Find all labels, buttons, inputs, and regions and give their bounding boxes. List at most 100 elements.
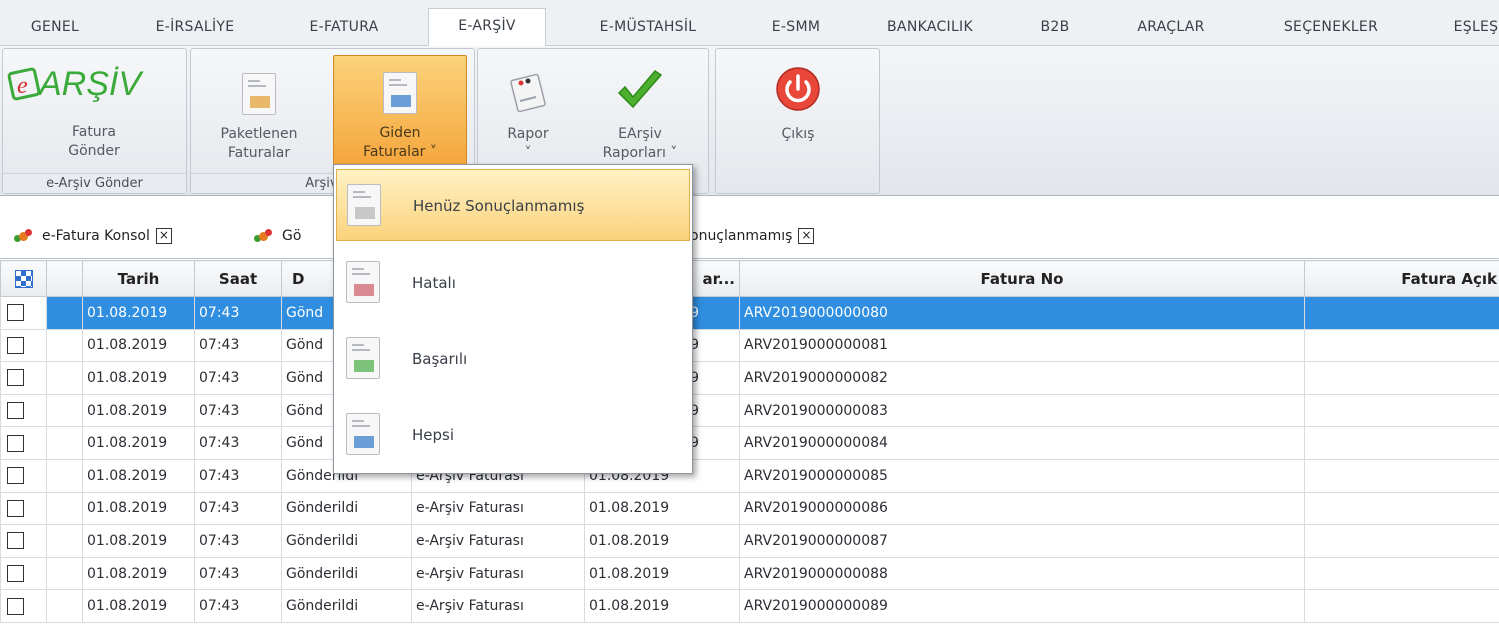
checkbox[interactable] [7,402,24,420]
paketlenen-label-1: Paketlenen [220,126,298,142]
table-row[interactable]: 01.08.2019 07:43 Gönderildi e-Arşiv Faturas… [0,458,1499,493]
checkbox[interactable] [7,434,24,452]
power-icon [774,65,822,119]
checkbox[interactable] [7,467,24,485]
close-tab-button[interactable]: × [798,228,815,244]
cell-saat: 07:43 [194,589,282,623]
table-row[interactable]: 01.08.2019 07:43 Gönderildi e-Arşiv Faturas… [0,556,1499,591]
checkerboard-icon [14,269,33,288]
row-blank [46,328,83,363]
close-tab-button[interactable]: × [155,228,172,244]
logo-text: ARŞİV [37,65,144,103]
document-icon [346,337,380,379]
document-icon [347,184,381,226]
table-row[interactable]: 01.08.2019 07:43 Gönderildi e-Arşiv Faturas… [0,524,1499,558]
column-header-blank [46,260,83,297]
cell-fatura-no: ARV2019000000089 [739,589,1305,623]
row-checkbox[interactable] [0,328,47,363]
table-row[interactable]: 01.08.2019 07:43 Gönd 9 ARV2019000000082 [0,361,1499,395]
cell-fatura-tarihi: 01.08.2019 [584,589,740,623]
invoice-grid: Tarih Saat D ar... Fatura No Fatura Açık… [0,260,1499,623]
row-checkbox[interactable] [0,589,47,623]
document-icon [346,413,380,455]
cell-fatura-no: ARV2019000000088 [739,556,1305,591]
tab-efatura-konsol[interactable]: e-Fatura Konsol × [14,221,172,251]
menu-tab-genel[interactable]: GENEL [20,10,90,46]
cell-fatura-no: ARV2019000000083 [739,393,1305,428]
menu-tab-e-irsaliye[interactable]: E-İRSALİYE [128,10,262,46]
fatura-gonder-label-1: Fatura [71,124,117,140]
table-row[interactable]: 01.08.2019 07:43 Gönd 9 ARV2019000000080 [0,296,1499,330]
menu-tab-e-mustahsil[interactable]: E-MÜSTAHSİL [568,10,728,46]
menu-tab-bankacilik[interactable]: BANKACILIK [860,10,1000,46]
row-checkbox[interactable] [0,556,47,591]
document-icon [383,72,417,114]
menu-tab-eslestir[interactable]: EŞLEŞ [1436,10,1499,46]
menu-tab-e-fatura[interactable]: E-FATURA [290,10,398,46]
earsiv-raporlari-button[interactable]: EArşiv Raporları ˅ [578,51,702,171]
table-row[interactable]: 01.08.2019 07:43 Gönd 9 ARV2019000000084 [0,426,1499,460]
column-header-saat[interactable]: Saat [194,260,282,297]
row-blank [46,524,83,558]
cell-fatura-aciklama [1304,491,1499,526]
row-blank [46,458,83,493]
cell-fatura-no: ARV2019000000086 [739,491,1305,526]
dropdown-item-hatali[interactable]: Hatalı [336,247,690,319]
column-header-fatura-no[interactable]: Fatura No [739,260,1305,297]
table-row[interactable]: 01.08.2019 07:43 Gönd 9 ARV2019000000081 [0,328,1499,363]
paketlenen-faturalar-button[interactable]: Paketlenen Faturalar [197,51,321,171]
status-dots-icon [14,229,34,243]
dropdown-item-label: Hatalı [412,274,456,292]
fatura-gonder-button[interactable]: e ARŞİV Fatura Gönder [3,51,185,171]
checkbox[interactable] [7,565,24,583]
cell-tarih: 01.08.2019 [82,589,195,623]
rapor-label: Rapor [507,126,549,142]
checkbox[interactable] [7,499,24,517]
cell-fatura-no: ARV2019000000082 [739,361,1305,395]
report-icon [506,71,550,121]
table-row[interactable]: 01.08.2019 07:43 Gönderildi e-Arşiv Faturas… [0,589,1499,623]
dropdown-item-hepsi[interactable]: Hepsi [336,399,690,471]
dropdown-item-basarili[interactable]: Başarılı [336,323,690,395]
menu-tab-e-smm[interactable]: E-SMM [756,10,836,46]
row-checkbox[interactable] [0,458,47,493]
column-header-fatura-aciklama[interactable]: Fatura Açık [1304,260,1499,297]
cell-fatura-no: ARV2019000000087 [739,524,1305,558]
dropdown-item-henuz-sonuclanmamis[interactable]: Henüz Sonuçlanmamış [336,169,690,241]
giden-faturalar-dropdown: Henüz Sonuçlanmamış Hatalı Başarılı Heps… [333,164,693,474]
tab-henuz-sonuclanmamis[interactable]: onuçlanmamış × [690,221,815,251]
row-checkbox[interactable] [0,296,47,330]
cell-tarih: 01.08.2019 [82,491,195,526]
row-checkbox[interactable] [0,524,47,558]
checkbox[interactable] [7,532,24,550]
table-row[interactable]: 01.08.2019 07:43 Gönderildi e-Arşiv Faturas… [0,491,1499,526]
checkbox[interactable] [7,336,24,354]
checkbox[interactable] [7,597,24,615]
row-checkbox[interactable] [0,361,47,395]
table-row[interactable]: 01.08.2019 07:43 Gönd 9 ARV2019000000083 [0,393,1499,428]
row-checkbox[interactable] [0,426,47,460]
cell-tarih: 01.08.2019 [82,328,195,363]
row-checkbox[interactable] [0,491,47,526]
tab-label: onuçlanmamış [690,228,793,244]
tab-label: e-Fatura Konsol [42,228,150,244]
tab-gonderilen[interactable]: Gö [254,221,301,251]
cell-durum: Gönderildi [281,491,412,526]
cell-fatura-aciklama [1304,524,1499,558]
menu-tab-araclar[interactable]: ARAÇLAR [1116,10,1226,46]
menu-tab-e-arsiv[interactable]: E-ARŞİV [428,8,546,47]
column-header-tarih[interactable]: Tarih [82,260,195,297]
giden-faturalar-button[interactable]: Giden Faturalar ˅ [333,55,467,173]
menu-tab-b2b[interactable]: B2B [1030,10,1080,46]
rapor-arrow: ˅ [524,145,532,161]
row-checkbox[interactable] [0,393,47,428]
select-all-checkbox[interactable] [0,260,47,297]
checkbox[interactable] [7,304,24,322]
group-label-earsiv-gonder: e-Arşiv Gönder [3,173,186,193]
logo-e: e [17,73,28,99]
cikis-button[interactable]: Çıkış [736,51,860,171]
rapor-button[interactable]: Rapor ˅ [484,51,572,171]
checkbox[interactable] [7,369,24,387]
earsiv-raporlari-label-1: EArşiv [618,126,662,142]
menu-tab-secenekler[interactable]: SEÇENEKLER [1256,10,1406,46]
